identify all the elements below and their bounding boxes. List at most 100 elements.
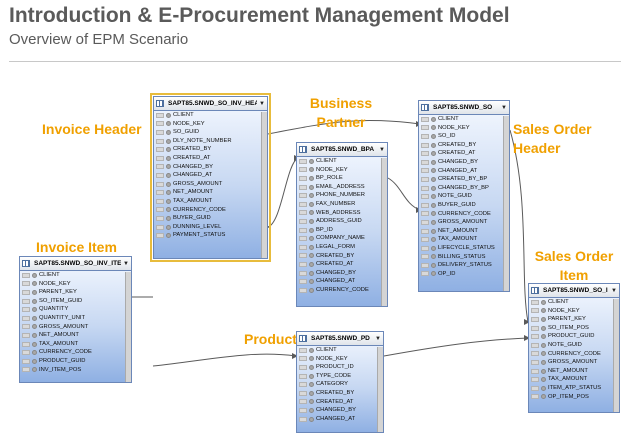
field-row[interactable]: NODE_KEY <box>156 120 267 129</box>
chevron-down-icon[interactable]: ▼ <box>123 261 129 267</box>
vertical-scrollbar[interactable] <box>381 158 387 306</box>
field-row[interactable]: SO_ID <box>421 132 509 141</box>
field-row[interactable]: PRODUCT_ID <box>299 363 383 372</box>
table-invoice-header[interactable]: SAPT85.SNWD_SO_INV_HEAD ▼ CLIENT NODE_KEY SO… <box>150 93 271 262</box>
field-row[interactable]: BP_ROLE <box>299 174 387 183</box>
field-row[interactable]: DELIVERY_STATUS <box>421 261 509 270</box>
vertical-scrollbar[interactable] <box>261 112 267 258</box>
table-business-partner[interactable]: SAPT85.SNWD_BPA ▼ CLIENT NODE_KEY BP_ROLE EMA… <box>296 142 388 307</box>
field-row[interactable]: CATEGORY <box>299 380 383 389</box>
field-row[interactable]: PAYMENT_STATUS <box>156 231 267 240</box>
field-row[interactable]: CREATED_BY_BP <box>421 175 509 184</box>
field-row[interactable]: PRODUCT_GUID <box>531 332 619 341</box>
field-row[interactable]: DLY_NOTE_NUMBER <box>156 137 267 146</box>
table-header[interactable]: SAPT85.SNWD_SO_INV_HEAD ▼ <box>154 97 267 111</box>
field-row[interactable]: TAX_AMOUNT <box>22 340 131 349</box>
field-row[interactable]: TAX_AMOUNT <box>421 235 509 244</box>
field-row[interactable]: CREATED_BY <box>421 141 509 150</box>
field-row[interactable]: TAX_AMOUNT <box>156 197 267 206</box>
vertical-scrollbar[interactable] <box>503 116 509 291</box>
field-row[interactable]: PHONE_NUMBER <box>299 191 387 200</box>
field-row[interactable]: SO_GUID <box>156 128 267 137</box>
field-row[interactable]: NODE_KEY <box>299 355 383 364</box>
vertical-scrollbar[interactable] <box>377 347 383 432</box>
table-product[interactable]: SAPT85.SNWD_PD ▼ CLIENT NODE_KEY PRODUCT_ID T… <box>296 331 384 433</box>
field-row[interactable]: CHANGED_AT <box>156 171 267 180</box>
field-row[interactable]: CHANGED_BY <box>299 269 387 278</box>
vertical-scrollbar[interactable] <box>125 272 131 382</box>
field-row[interactable]: LEGAL_FORM <box>299 243 387 252</box>
field-row[interactable]: ITEM_ATP_STATUS <box>531 384 619 393</box>
field-row[interactable]: WEB_ADDRESS <box>299 209 387 218</box>
table-sales-order-header[interactable]: SAPT85.SNWD_SO ▼ CLIENT NODE_KEY SO_ID CREATE… <box>418 100 510 292</box>
field-row[interactable]: NODE_KEY <box>22 280 131 289</box>
field-row[interactable]: CREATED_AT <box>299 260 387 269</box>
field-row[interactable]: PRODUCT_GUID <box>22 357 131 366</box>
field-row[interactable]: PARENT_KEY <box>531 315 619 324</box>
field-row[interactable]: BUYER_GUID <box>421 201 509 210</box>
field-row[interactable]: LIFECYCLE_STATUS <box>421 244 509 253</box>
table-header[interactable]: SAPT85.SNWD_SO_I ▼ <box>529 284 619 298</box>
field-row[interactable]: NET_AMOUNT <box>156 188 267 197</box>
field-row[interactable]: QUANTITY_UNIT <box>22 314 131 323</box>
field-row[interactable]: NODE_KEY <box>421 124 509 133</box>
field-row[interactable]: TYPE_CODE <box>299 372 383 381</box>
field-row[interactable]: CHANGED_AT <box>299 415 383 424</box>
field-row[interactable]: CURRENCY_CODE <box>421 210 509 219</box>
field-row[interactable]: INV_ITEM_POS <box>22 366 131 375</box>
field-row[interactable]: CHANGED_BY <box>299 406 383 415</box>
field-row[interactable]: PARENT_KEY <box>22 288 131 297</box>
chevron-down-icon[interactable]: ▼ <box>259 101 265 107</box>
field-row[interactable]: CLIENT <box>299 157 387 166</box>
field-row[interactable]: CREATED_BY <box>299 252 387 261</box>
field-row[interactable]: OP_ID <box>421 270 509 279</box>
field-row[interactable]: CLIENT <box>22 271 131 280</box>
field-row[interactable]: CHANGED_BY_BP <box>421 184 509 193</box>
field-row[interactable]: COMPANY_NAME <box>299 234 387 243</box>
field-row[interactable]: CURRENCY_CODE <box>531 350 619 359</box>
field-row[interactable]: CHANGED_AT <box>299 277 387 286</box>
field-row[interactable]: CURRENCY_CODE <box>299 286 387 295</box>
field-row[interactable]: CREATED_BY <box>299 389 383 398</box>
table-sales-order-item[interactable]: SAPT85.SNWD_SO_I ▼ CLIENT NODE_KEY PARENT_KE… <box>528 283 620 413</box>
field-row[interactable]: CURRENCY_CODE <box>22 348 131 357</box>
field-row[interactable]: EMAIL_ADDRESS <box>299 183 387 192</box>
table-header[interactable]: SAPT85.SNWD_SO_INV_ITEM ▼ <box>20 257 131 271</box>
field-row[interactable]: CHANGED_BY <box>421 158 509 167</box>
field-row[interactable]: BP_ID <box>299 226 387 235</box>
table-header[interactable]: SAPT85.SNWD_BPA ▼ <box>297 143 387 157</box>
chevron-down-icon[interactable]: ▼ <box>379 147 385 153</box>
field-row[interactable]: OP_ITEM_POS <box>531 393 619 402</box>
field-row[interactable]: CREATED_AT <box>299 398 383 407</box>
field-row[interactable]: GROSS_AMOUNT <box>421 218 509 227</box>
field-row[interactable]: BILLING_STATUS <box>421 253 509 262</box>
vertical-scrollbar[interactable] <box>613 299 619 412</box>
field-row[interactable]: NOTE_GUID <box>421 192 509 201</box>
chevron-down-icon[interactable]: ▼ <box>501 105 507 111</box>
field-row[interactable]: SO_ITEM_POS <box>531 324 619 333</box>
table-invoice-item[interactable]: SAPT85.SNWD_SO_INV_ITEM ▼ CLIENT NODE_KEY PA… <box>19 256 132 383</box>
field-row[interactable]: NET_AMOUNT <box>421 227 509 236</box>
field-row[interactable]: NOTE_GUID <box>531 341 619 350</box>
field-row[interactable]: GROSS_AMOUNT <box>531 358 619 367</box>
field-row[interactable]: NODE_KEY <box>531 307 619 316</box>
field-row[interactable]: NODE_KEY <box>299 166 387 175</box>
field-row[interactable]: CLIENT <box>421 115 509 124</box>
field-row[interactable]: SO_ITEM_GUID <box>22 297 131 306</box>
field-row[interactable]: CLIENT <box>531 298 619 307</box>
field-row[interactable]: QUANTITY <box>22 305 131 314</box>
field-row[interactable]: NET_AMOUNT <box>531 367 619 376</box>
field-row[interactable]: GROSS_AMOUNT <box>156 180 267 189</box>
field-row[interactable]: CLIENT <box>299 346 383 355</box>
chevron-down-icon[interactable]: ▼ <box>375 336 381 342</box>
field-row[interactable]: BUYER_GUID <box>156 214 267 223</box>
field-row[interactable]: CLIENT <box>156 111 267 120</box>
field-row[interactable]: CURRENCY_CODE <box>156 206 267 215</box>
field-row[interactable]: CREATED_AT <box>156 154 267 163</box>
chevron-down-icon[interactable]: ▼ <box>611 288 617 294</box>
field-row[interactable]: CHANGED_AT <box>421 167 509 176</box>
field-row[interactable]: TAX_AMOUNT <box>531 375 619 384</box>
field-row[interactable]: NET_AMOUNT <box>22 331 131 340</box>
table-header[interactable]: SAPT85.SNWD_SO ▼ <box>419 101 509 115</box>
field-row[interactable]: FAX_NUMBER <box>299 200 387 209</box>
